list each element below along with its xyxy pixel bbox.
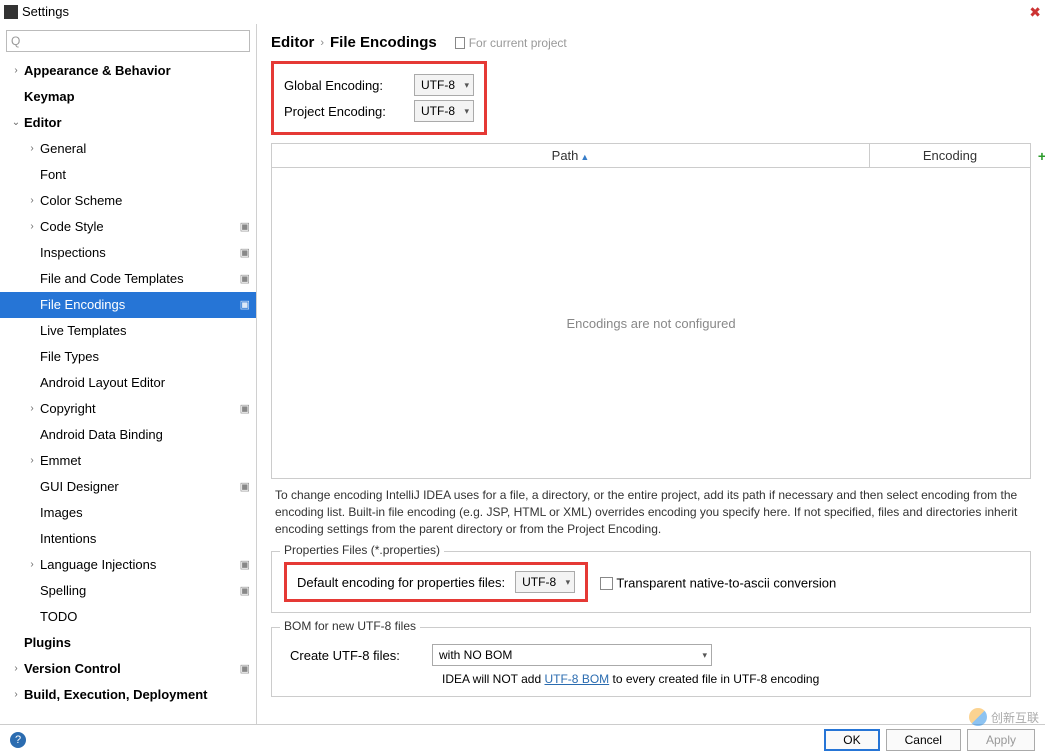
tree-plugins[interactable]: Plugins bbox=[0, 630, 256, 656]
chevron-right-icon: › bbox=[24, 400, 40, 418]
scope-icon: ▣ bbox=[240, 244, 250, 262]
breadcrumb: Editor › File Encodings For current proj… bbox=[271, 34, 1031, 51]
breadcrumb-fileencodings: File Encodings bbox=[330, 34, 437, 51]
tree-copyright[interactable]: ›Copyright▣ bbox=[0, 396, 256, 422]
properties-encoding-select[interactable]: UTF-8▾ bbox=[515, 571, 575, 593]
content-panel: Editor › File Encodings For current proj… bbox=[257, 24, 1045, 724]
scope-label: For current project bbox=[455, 36, 567, 50]
tree-filetypes[interactable]: File Types bbox=[0, 344, 256, 370]
chevron-right-icon: › bbox=[24, 452, 40, 470]
tree-emmet[interactable]: ›Emmet bbox=[0, 448, 256, 474]
tree-colorscheme[interactable]: ›Color Scheme bbox=[0, 188, 256, 214]
add-button[interactable]: + bbox=[1038, 148, 1045, 164]
global-encoding-select[interactable]: UTF-8▾ bbox=[414, 74, 474, 96]
tree-spelling[interactable]: Spelling▣ bbox=[0, 578, 256, 604]
tree-livetemplates[interactable]: Live Templates bbox=[0, 318, 256, 344]
tree-androidlayout[interactable]: Android Layout Editor bbox=[0, 370, 256, 396]
transparent-label: Transparent native-to-ascii conversion bbox=[616, 576, 836, 591]
chevron-right-icon: › bbox=[8, 660, 24, 678]
scope-icon: ▣ bbox=[240, 556, 250, 574]
scope-icon: ▣ bbox=[240, 270, 250, 288]
tree-fileencodings[interactable]: File Encodings▣ bbox=[0, 292, 256, 318]
transparent-checkbox[interactable] bbox=[600, 577, 613, 590]
tree-codestyle[interactable]: ›Code Style▣ bbox=[0, 214, 256, 240]
tree-intentions[interactable]: Intentions bbox=[0, 526, 256, 552]
encoding-highlight-box: Global Encoding: UTF-8▾ Project Encoding… bbox=[271, 61, 487, 135]
scope-icon: ▣ bbox=[240, 218, 250, 236]
global-encoding-label: Global Encoding: bbox=[284, 78, 402, 93]
scope-icon: ▣ bbox=[240, 400, 250, 418]
close-icon[interactable]: ✖ bbox=[1029, 7, 1041, 17]
chevron-down-icon: ▾ bbox=[702, 650, 707, 661]
window-title: Settings bbox=[22, 4, 69, 19]
chevron-right-icon: › bbox=[8, 62, 24, 80]
tree-langinjections[interactable]: ›Language Injections▣ bbox=[0, 552, 256, 578]
tree-keymap[interactable]: Keymap bbox=[0, 84, 256, 110]
scope-icon: ▣ bbox=[240, 582, 250, 600]
chevron-down-icon: ▾ bbox=[566, 577, 571, 588]
cancel-button[interactable]: Cancel bbox=[886, 729, 961, 751]
properties-fieldset: Properties Files (*.properties) Default … bbox=[271, 551, 1031, 613]
tree-general[interactable]: ›General bbox=[0, 136, 256, 162]
tree-androiddata[interactable]: Android Data Binding bbox=[0, 422, 256, 448]
scope-icon: ▣ bbox=[240, 296, 250, 314]
bom-fieldset: BOM for new UTF-8 files Create UTF-8 fil… bbox=[271, 627, 1031, 697]
tree-inspections[interactable]: Inspections▣ bbox=[0, 240, 256, 266]
tree-font[interactable]: Font bbox=[0, 162, 256, 188]
tree-guidesigner[interactable]: GUI Designer▣ bbox=[0, 474, 256, 500]
footer: ? OK Cancel Apply bbox=[0, 724, 1045, 754]
breadcrumb-editor[interactable]: Editor bbox=[271, 34, 314, 51]
project-encoding-label: Project Encoding: bbox=[284, 104, 402, 119]
chevron-right-icon: › bbox=[24, 218, 40, 236]
tree-filecodetemplates[interactable]: File and Code Templates▣ bbox=[0, 266, 256, 292]
app-icon bbox=[4, 5, 18, 19]
apply-button[interactable]: Apply bbox=[967, 729, 1035, 751]
tree-editor[interactable]: ⌄Editor bbox=[0, 110, 256, 136]
ok-button[interactable]: OK bbox=[824, 729, 879, 751]
properties-legend: Properties Files (*.properties) bbox=[280, 543, 444, 557]
tree-images[interactable]: Images bbox=[0, 500, 256, 526]
project-encoding-select[interactable]: UTF-8▾ bbox=[414, 100, 474, 122]
column-encoding[interactable]: Encoding bbox=[870, 144, 1030, 167]
column-path[interactable]: Path▲ bbox=[272, 144, 870, 167]
help-icon[interactable]: ? bbox=[10, 732, 26, 748]
page-icon bbox=[455, 37, 465, 49]
scope-icon: ▣ bbox=[240, 660, 250, 678]
chevron-right-icon: › bbox=[24, 140, 40, 158]
table-empty-message: Encodings are not configured bbox=[272, 168, 1030, 478]
scope-icon: ▣ bbox=[240, 478, 250, 496]
titlebar: Settings ✖ bbox=[0, 0, 1045, 24]
properties-encoding-label: Default encoding for properties files: bbox=[297, 575, 505, 590]
chevron-right-icon: › bbox=[320, 37, 324, 49]
tree-versioncontrol[interactable]: ›Version Control▣ bbox=[0, 656, 256, 682]
tree-appearance[interactable]: ›Appearance & Behavior bbox=[0, 58, 256, 84]
bom-label: Create UTF-8 files: bbox=[290, 648, 420, 663]
bom-note: IDEA will NOT add UTF-8 BOM to every cre… bbox=[442, 672, 1012, 686]
chevron-right-icon: › bbox=[24, 192, 40, 210]
sort-asc-icon: ▲ bbox=[580, 152, 589, 162]
chevron-right-icon: › bbox=[8, 686, 24, 704]
chevron-down-icon: ▾ bbox=[464, 80, 469, 91]
bom-legend: BOM for new UTF-8 files bbox=[280, 619, 420, 633]
bom-select[interactable]: with NO BOM▾ bbox=[432, 644, 712, 666]
chevron-down-icon: ⌄ bbox=[8, 114, 24, 132]
chevron-right-icon: › bbox=[24, 556, 40, 574]
tree-todo[interactable]: TODO bbox=[0, 604, 256, 630]
sidebar: ›Appearance & Behavior Keymap ⌄Editor ›G… bbox=[0, 24, 257, 724]
info-text: To change encoding IntelliJ IDEA uses fo… bbox=[271, 487, 1031, 537]
tree-build[interactable]: ›Build, Execution, Deployment bbox=[0, 682, 256, 708]
utf8-bom-link[interactable]: UTF-8 BOM bbox=[544, 672, 609, 686]
search-input[interactable] bbox=[6, 30, 250, 52]
settings-tree: ›Appearance & Behavior Keymap ⌄Editor ›G… bbox=[0, 58, 256, 724]
chevron-down-icon: ▾ bbox=[464, 106, 469, 117]
encoding-table: Path▲ Encoding + Encodings are not confi… bbox=[271, 143, 1031, 479]
